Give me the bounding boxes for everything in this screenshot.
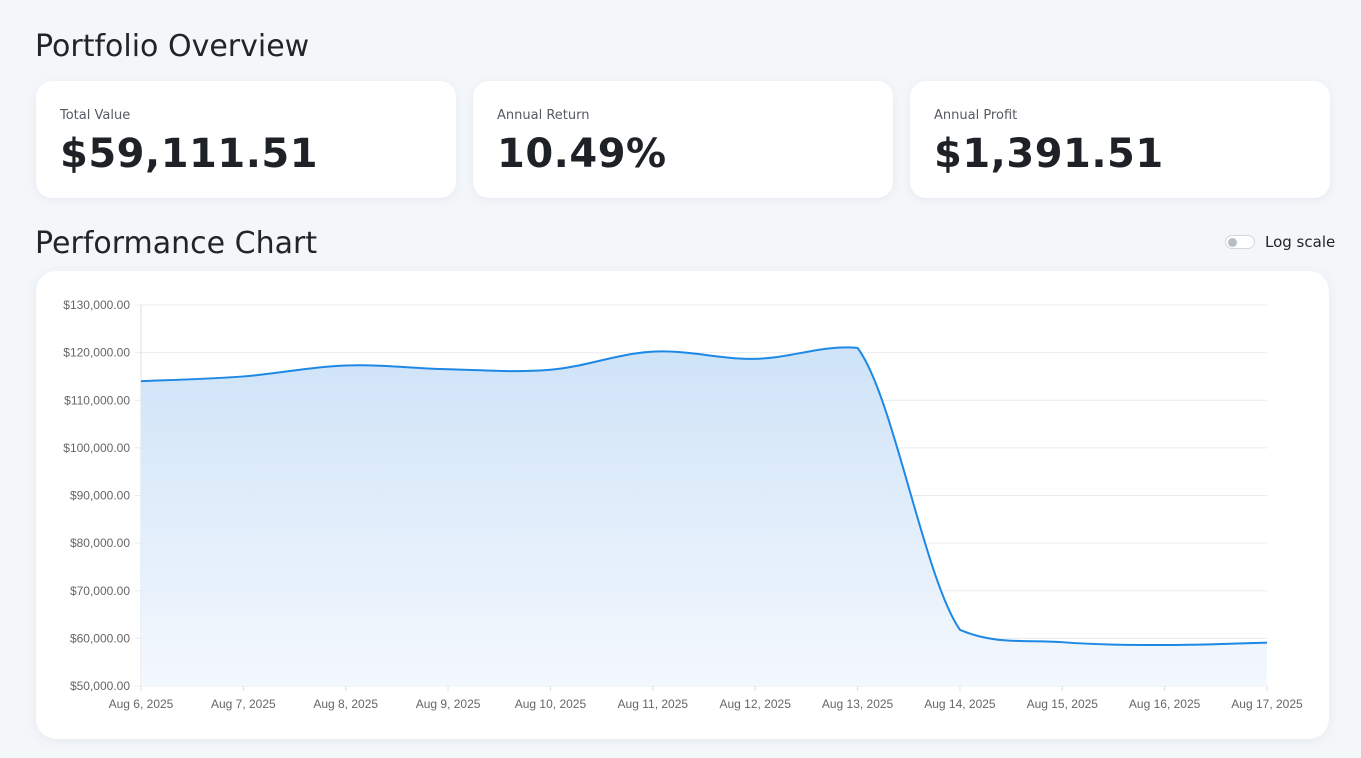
x-tick-label: Aug 17, 2025 bbox=[1231, 697, 1303, 711]
performance-chart-card: $50,000.00 $60,000.00 $70,000.00 $80,000.00… bbox=[36, 271, 1329, 739]
data-point bbox=[138, 378, 144, 384]
series-area bbox=[141, 347, 1267, 686]
x-tick-label: Aug 10, 2025 bbox=[515, 697, 587, 711]
y-tick-label: $60,000.00 bbox=[70, 631, 130, 645]
log-scale-toggle[interactable]: Log scale bbox=[1225, 232, 1335, 252]
stat-card-total-value: Total Value $59,111.51 bbox=[36, 81, 456, 198]
y-tick-label: $120,000.00 bbox=[63, 346, 130, 360]
data-point bbox=[957, 627, 963, 633]
y-tick-label: $110,000.00 bbox=[64, 393, 130, 407]
data-point bbox=[1059, 639, 1065, 645]
data-point bbox=[547, 367, 553, 373]
data-point bbox=[445, 366, 451, 372]
stat-card-annual-return: Annual Return 10.49% bbox=[473, 81, 893, 198]
x-tick-label: Aug 7, 2025 bbox=[211, 697, 276, 711]
stat-card-annual-profit: Annual Profit $1,391.51 bbox=[910, 81, 1330, 198]
y-tick-label: $70,000.00 bbox=[70, 584, 130, 598]
log-scale-label: Log scale bbox=[1265, 233, 1336, 251]
data-point bbox=[1264, 640, 1270, 646]
stat-value: $1,391.51 bbox=[934, 131, 1164, 177]
y-tick-label: $50,000.00 bbox=[70, 679, 130, 693]
x-tick-label: Aug 6, 2025 bbox=[109, 697, 174, 711]
data-point bbox=[1162, 642, 1168, 648]
x-tick-label: Aug 15, 2025 bbox=[1027, 697, 1099, 711]
x-tick-label: Aug 11, 2025 bbox=[618, 697, 689, 711]
stat-value: $59,111.51 bbox=[60, 131, 319, 177]
data-point bbox=[240, 373, 246, 379]
y-tick-label: $100,000.00 bbox=[63, 441, 130, 455]
y-tick-label: $130,000.00 bbox=[63, 298, 130, 312]
stat-label: Annual Profit bbox=[934, 108, 1018, 123]
x-tick-label: Aug 16, 2025 bbox=[1129, 697, 1201, 711]
stat-label: Total Value bbox=[60, 108, 131, 123]
page-title: Portfolio Overview bbox=[35, 29, 310, 64]
x-tick-label: Aug 12, 2025 bbox=[719, 697, 791, 711]
data-point bbox=[855, 345, 861, 351]
y-tick-label: $80,000.00 bbox=[70, 536, 130, 550]
performance-chart: $50,000.00 $60,000.00 $70,000.00 $80,000.00… bbox=[63, 298, 1303, 711]
x-tick-label: Aug 9, 2025 bbox=[416, 697, 481, 711]
stat-label: Annual Return bbox=[497, 108, 590, 123]
x-tick-label: Aug 13, 2025 bbox=[822, 697, 894, 711]
data-point bbox=[752, 356, 758, 362]
y-tick-label: $90,000.00 bbox=[70, 489, 130, 503]
x-tick-label: Aug 8, 2025 bbox=[313, 697, 378, 711]
data-point bbox=[650, 349, 656, 355]
log-scale-switch[interactable] bbox=[1225, 235, 1255, 249]
data-point bbox=[343, 362, 349, 368]
x-tick-label: Aug 14, 2025 bbox=[924, 697, 996, 711]
toggle-knob bbox=[1228, 238, 1237, 247]
stat-value: 10.49% bbox=[497, 131, 667, 177]
performance-chart-title: Performance Chart bbox=[35, 226, 318, 261]
